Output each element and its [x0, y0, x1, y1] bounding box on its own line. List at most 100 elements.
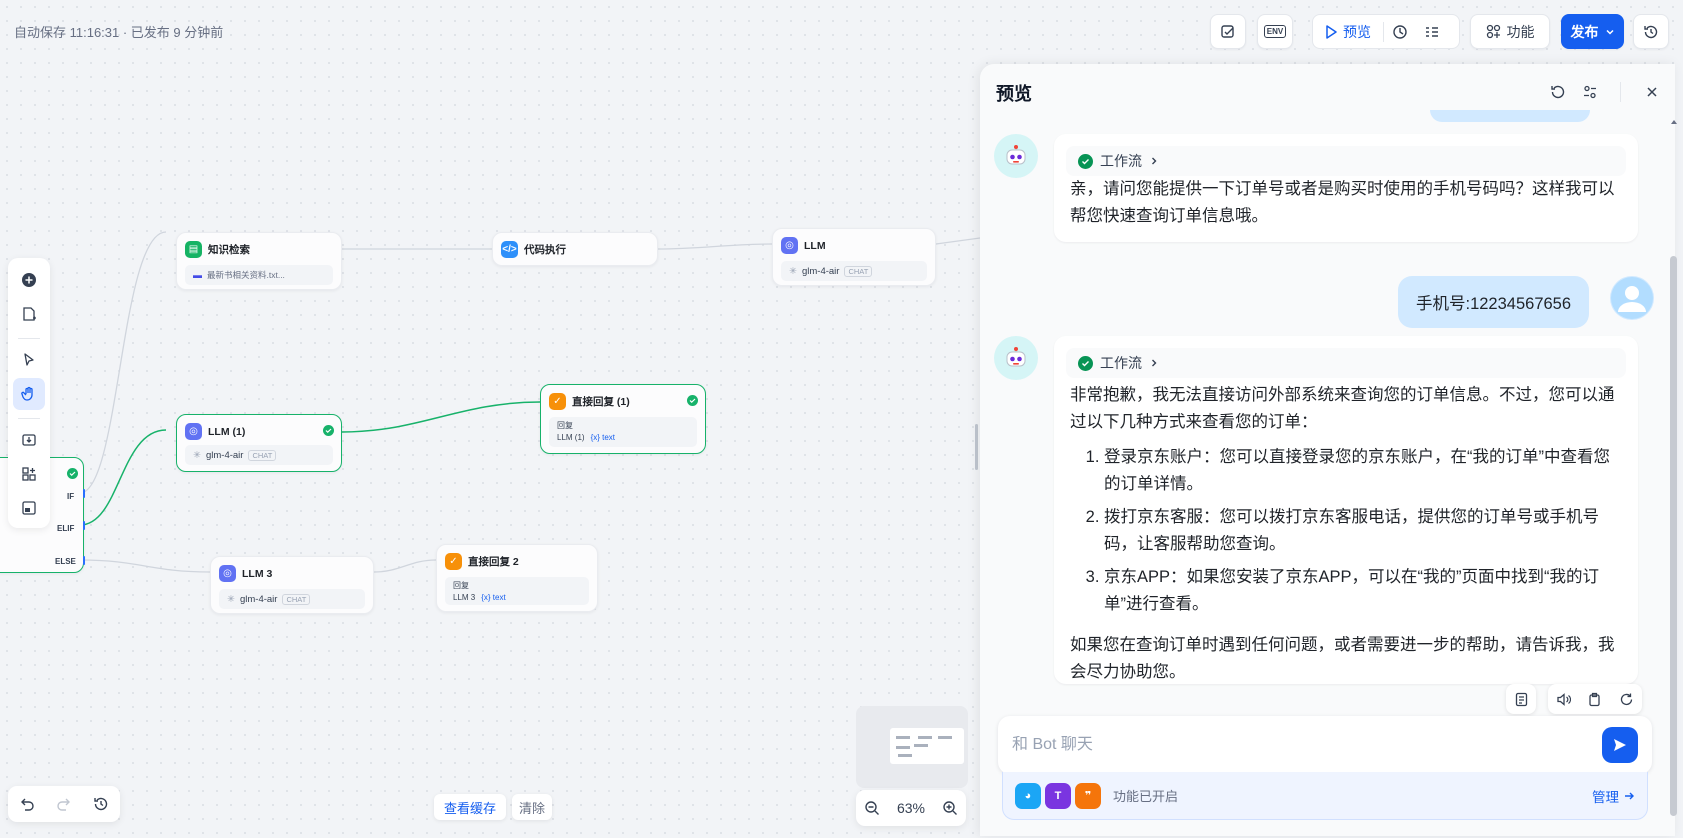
preview-panel: 预览 工作流 亲，请问您能提供一下订单号或者是购买时使用的手机号码吗？这样我可以…: [980, 64, 1675, 836]
undo-redo-bar: [8, 786, 120, 822]
reply-sub-label: 回复: [557, 421, 573, 430]
zoom-out-icon[interactable]: [864, 800, 880, 816]
grid-plus-icon: [22, 467, 36, 481]
list-check-icon: [1426, 26, 1438, 37]
llm-1-node[interactable]: ◎ LLM (1) ✳ glm-4-air CHAT: [176, 414, 342, 472]
suggested-questions-icon: T: [1045, 782, 1071, 809]
minimap-toggle-button[interactable]: [13, 492, 45, 524]
variables-icon[interactable]: [1582, 84, 1598, 100]
bot-message: 工作流 非常抱歉，我无法直接访问外部系统来查询您的订单信息。不过，您可以通过以下…: [1054, 336, 1638, 684]
run-history-button[interactable]: [1384, 15, 1416, 48]
model-tag: CHAT: [282, 593, 311, 605]
reply-icon: ✓: [549, 393, 566, 410]
robot-icon: [1006, 347, 1026, 367]
panel-title: 预览: [996, 84, 1032, 104]
llm-3-node[interactable]: ◎ LLM 3 ✳ glm-4-air CHAT: [210, 556, 374, 614]
canvas-toolbar: [8, 258, 50, 528]
user-avatar: [1610, 276, 1654, 320]
direct-reply-2-node[interactable]: ✓ 直接回复 2 回复 LLM 3 {x} text: [436, 544, 598, 612]
features-button[interactable]: 功能: [1470, 14, 1550, 49]
env-button[interactable]: ENV: [1257, 14, 1293, 49]
features-icon: [1486, 24, 1500, 39]
code-execution-node[interactable]: </> 代码执行: [492, 232, 658, 266]
model-icon: ✳: [789, 265, 797, 277]
knowledge-file: 最新书相关资料.txt...: [207, 270, 285, 280]
preview-button[interactable]: 预览: [1313, 15, 1383, 48]
workflow-badge[interactable]: 工作流: [1066, 348, 1626, 378]
bot-message-list: 登录京东账户：您可以直接登录您的京东账户，在“我的订单”中查看您的订单详情。 拨…: [1070, 444, 1624, 618]
model-name: glm-4-air: [205, 449, 244, 461]
bot-message-intro: 非常抱歉，我无法直接访问外部系统来查询您的订单信息。不过，您可以通过以下几种方式…: [1070, 386, 1615, 431]
play-icon: [1326, 24, 1337, 39]
preview-label: 预览: [1343, 23, 1371, 40]
export-image-button[interactable]: [13, 424, 45, 456]
zoom-level[interactable]: 63%: [897, 800, 925, 816]
copy-icon[interactable]: [1587, 692, 1602, 707]
add-node-button[interactable]: [13, 264, 45, 296]
node-title: LLM: [804, 239, 826, 252]
chevron-down-icon: [1605, 29, 1614, 35]
node-title: LLM (1): [208, 425, 246, 438]
opening-statement-icon: ◕: [1015, 782, 1041, 809]
else-branch-label: ELSE: [55, 557, 76, 566]
scroll-up-icon[interactable]: [1670, 118, 1678, 126]
history-clock-icon: [1393, 24, 1407, 39]
knowledge-icon: ▤: [185, 241, 202, 258]
list-item: 拨打京东客服：您可以拨打京东客服电话，提供您的订单号或手机号码，让客服帮助您查询…: [1104, 504, 1624, 558]
reply-sub-label: 回复: [453, 581, 469, 590]
clear-cache-button[interactable]: 清除: [512, 794, 553, 820]
llm-node[interactable]: ◎ LLM ✳ glm-4-air CHAT: [772, 228, 936, 286]
success-check-icon: [67, 468, 78, 479]
close-icon[interactable]: [1646, 86, 1658, 98]
bot-message-text: 亲，请问您能提供一下订单号或者是购买时使用的手机号码吗？这样我可以帮您快速查询订…: [1070, 180, 1615, 225]
checklist-button[interactable]: [1210, 14, 1246, 49]
regenerate-icon[interactable]: [1619, 692, 1634, 707]
undo-icon[interactable]: [19, 796, 35, 812]
success-check-icon: [1078, 153, 1093, 169]
else-handle[interactable]: [83, 556, 85, 565]
publish-label: 发布: [1570, 23, 1599, 40]
hand-mode-button[interactable]: [13, 378, 45, 410]
workflow-edges: [79, 231, 980, 573]
send-button[interactable]: [1602, 727, 1638, 763]
chat-input[interactable]: [1012, 736, 1602, 754]
node-title: 直接回复 2: [468, 556, 519, 568]
direct-reply-1-node[interactable]: ✓ 直接回复 (1) 回复 LLM (1) {x} text: [540, 384, 706, 454]
speaker-icon[interactable]: [1556, 692, 1572, 707]
model-tag: CHAT: [844, 265, 873, 277]
chevron-right-icon: [1152, 157, 1157, 165]
zoom-in-icon[interactable]: [942, 800, 958, 816]
pointer-icon: [24, 353, 34, 366]
panel-scrollbar[interactable]: [1670, 118, 1678, 834]
redo-icon[interactable]: [56, 796, 72, 812]
log-icon[interactable]: [1514, 692, 1529, 707]
history-icon[interactable]: [93, 796, 109, 812]
view-cache-button[interactable]: 查看缓存: [434, 794, 507, 820]
knowledge-retrieval-node[interactable]: ▤ 知识检索 ▬ 最新书相关资料.txt...: [176, 232, 342, 290]
features-enabled-text: 功能已开启: [1113, 789, 1179, 804]
zoom-bar: 63%: [856, 790, 966, 826]
manage-features-link[interactable]: 管理: [1592, 786, 1619, 806]
checklist-list-button[interactable]: [1416, 15, 1448, 48]
arrow-right-icon: [1625, 792, 1634, 799]
organize-blocks-button[interactable]: [13, 458, 45, 490]
workflow-badge[interactable]: 工作流: [1066, 146, 1626, 176]
elif-handle[interactable]: [83, 521, 85, 530]
list-item: 京东APP：如果您安装了京东APP，可以在“我的”页面中找到“我的订单”进行查看…: [1104, 564, 1624, 618]
reply-ref: LLM (1): [557, 433, 585, 442]
workflow-label: 工作流: [1100, 355, 1142, 371]
restart-icon[interactable]: [1550, 84, 1566, 100]
add-note-button[interactable]: [13, 298, 45, 330]
panel-resize-handle[interactable]: [975, 424, 978, 470]
image-export-icon: [22, 434, 36, 446]
scrollbar-thumb[interactable]: [1670, 256, 1677, 816]
pointer-mode-button[interactable]: [13, 344, 45, 376]
chevron-right-icon: [1152, 359, 1157, 367]
publish-button[interactable]: 发布: [1561, 14, 1624, 49]
llm-icon: ◎: [219, 565, 236, 582]
code-icon: </>: [501, 241, 518, 258]
node-title: 代码执行: [524, 244, 566, 256]
if-handle[interactable]: [83, 489, 85, 498]
minimap[interactable]: [856, 706, 968, 788]
version-history-button[interactable]: [1633, 14, 1669, 49]
